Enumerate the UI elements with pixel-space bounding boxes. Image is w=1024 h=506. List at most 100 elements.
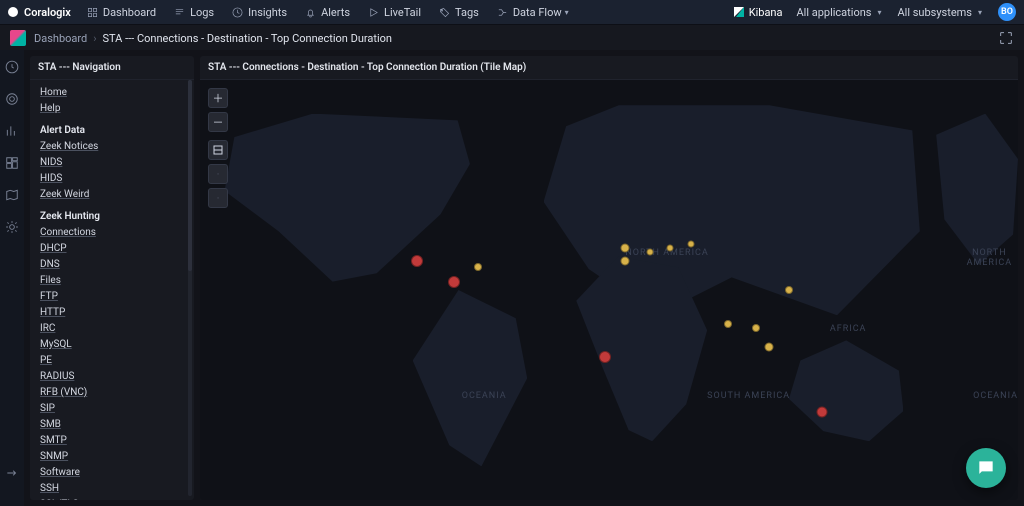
nav-link-hids[interactable]: HIDS (40, 172, 184, 185)
top-nav: Coralogix Dashboard Logs Insights Alerts Liv… (0, 0, 1024, 25)
map-point[interactable] (474, 263, 482, 271)
zoom-disabled-1: · (208, 164, 228, 184)
map-point[interactable] (752, 324, 760, 332)
nav-link-irc[interactable]: IRC (40, 322, 184, 335)
tags-icon (439, 7, 450, 18)
kibana-link[interactable]: Kibana (734, 6, 783, 19)
breadcrumb-current: STA --- Connections - Destination - Top … (103, 32, 393, 45)
map-label-oceania-2: OCEANIA (973, 391, 1018, 401)
brand-label: Coralogix (24, 6, 71, 19)
map-point[interactable] (646, 249, 653, 256)
panels-area: STA --- Navigation HomeHelpAlert DataZee… (24, 50, 1024, 506)
nav-link-rfb-vnc-[interactable]: RFB (VNC) (40, 386, 184, 399)
map-point[interactable] (667, 245, 674, 252)
topnav-logs[interactable]: Logs (174, 6, 214, 19)
flow-icon (497, 7, 508, 18)
avatar-initials: BO (1001, 7, 1013, 17)
clock-icon[interactable] (5, 60, 19, 74)
dashboard-icon[interactable] (5, 156, 19, 170)
kibana-app-icon[interactable] (10, 30, 26, 46)
map-point[interactable] (687, 240, 694, 247)
bell-icon (305, 7, 316, 18)
kibana-icon (734, 7, 744, 17)
map-point[interactable] (724, 320, 732, 328)
nav-link-software[interactable]: Software (40, 466, 184, 479)
topnav-data-flow[interactable]: Data Flow▾ (497, 6, 569, 19)
nav-link-dns[interactable]: DNS (40, 258, 184, 271)
map-point[interactable] (599, 351, 611, 363)
zoom-in-button[interactable]: ＋ (208, 88, 228, 108)
topnav-dashboard[interactable]: Dashboard (87, 6, 156, 19)
map-point[interactable] (785, 286, 793, 294)
continent-shape (789, 340, 904, 441)
nav-link-mysql[interactable]: MySQL (40, 338, 184, 351)
nav-scrollbar[interactable] (188, 80, 192, 496)
map-point[interactable] (411, 255, 423, 267)
nav-link-home[interactable]: Home (40, 86, 184, 99)
breadcrumb-row: Dashboard › STA --- Connections - Destin… (0, 25, 1024, 52)
fit-bounds-button[interactable] (208, 140, 228, 160)
nav-link-pe[interactable]: PE (40, 354, 184, 367)
top-dropdown-all-subsystems[interactable]: All subsystems▾ (897, 6, 982, 19)
nav-section-heading: Zeek Hunting (40, 211, 184, 222)
logs-icon (174, 7, 185, 18)
nav-link-snmp[interactable]: SNMP (40, 450, 184, 463)
nav-link-ssh[interactable]: SSH (40, 482, 184, 495)
chat-icon (976, 458, 996, 478)
nav-link-nids[interactable]: NIDS (40, 156, 184, 169)
caret-down-icon: ▾ (565, 8, 569, 17)
map-point[interactable] (621, 256, 630, 265)
map-label-oceania-1: OCEANIA (462, 391, 507, 401)
breadcrumb-root[interactable]: Dashboard (34, 32, 87, 45)
map-label-north-america-2: NORTH AMERICA (961, 248, 1018, 268)
topnav-label: Logs (190, 6, 214, 19)
nav-link-http[interactable]: HTTP (40, 306, 184, 319)
grid-icon (87, 7, 98, 18)
map-point[interactable] (448, 276, 460, 288)
nav-link-ftp[interactable]: FTP (40, 290, 184, 303)
nav-link-connections[interactable]: Connections (40, 226, 184, 239)
fullscreen-icon[interactable] (998, 30, 1014, 46)
map-point[interactable] (816, 406, 827, 417)
collapse-rail-icon[interactable] (5, 466, 19, 480)
nav-link-zeek-weird[interactable]: Zeek Weird (40, 188, 184, 201)
topnav-tags[interactable]: Tags (439, 6, 479, 19)
brand-dot-icon (8, 7, 18, 17)
support-chat-button[interactable] (966, 448, 1006, 488)
visualize-icon[interactable] (5, 124, 19, 138)
nav-scrollbar-thumb[interactable] (188, 80, 192, 271)
nav-link-smb[interactable]: SMB (40, 418, 184, 431)
topnav-livetail[interactable]: LiveTail (368, 6, 421, 19)
play-icon (368, 7, 379, 18)
nav-link-help[interactable]: Help (40, 102, 184, 115)
nav-link-smtp[interactable]: SMTP (40, 434, 184, 447)
breadcrumb-separator-icon: › (93, 32, 96, 45)
top-dropdown-all-applications[interactable]: All applications▾ (796, 6, 881, 19)
map-icon[interactable] (5, 188, 19, 202)
zoom-out-button[interactable]: － (208, 112, 228, 132)
nav-section-heading: Alert Data (40, 125, 184, 136)
topnav-insights[interactable]: Insights (232, 6, 287, 19)
topnav-label: Data Flow (513, 6, 562, 19)
fit-bounds-icon (213, 145, 223, 155)
brand[interactable]: Coralogix (8, 6, 71, 19)
target-icon[interactable] (5, 92, 19, 106)
map-panel: STA --- Connections - Destination - Top … (200, 56, 1018, 500)
nav-link-dhcp[interactable]: DHCP (40, 242, 184, 255)
settings-icon[interactable] (5, 220, 19, 234)
nav-link-zeek-notices[interactable]: Zeek Notices (40, 140, 184, 153)
nav-link-radius[interactable]: RADIUS (40, 370, 184, 383)
continent-shape (225, 114, 470, 282)
nav-link-ssl-tls[interactable]: SSL/TLS (40, 498, 184, 500)
map-point[interactable] (764, 342, 773, 351)
continent-shape (413, 290, 528, 466)
topnav-label: Insights (248, 6, 287, 19)
topnav-alerts[interactable]: Alerts (305, 6, 350, 19)
topnav-label: Tags (455, 6, 479, 19)
map-point[interactable] (621, 244, 630, 253)
navigation-panel-body: Home Help Alert Data Zeek Notices NIDS HIDS Ze… (30, 80, 194, 500)
user-avatar[interactable]: BO (998, 3, 1016, 21)
tile-map[interactable]: NORTH AMERICA NORTH AMERICA SOUTH AMERIC… (200, 80, 1018, 500)
nav-link-files[interactable]: Files (40, 274, 184, 287)
nav-link-sip[interactable]: SIP (40, 402, 184, 415)
